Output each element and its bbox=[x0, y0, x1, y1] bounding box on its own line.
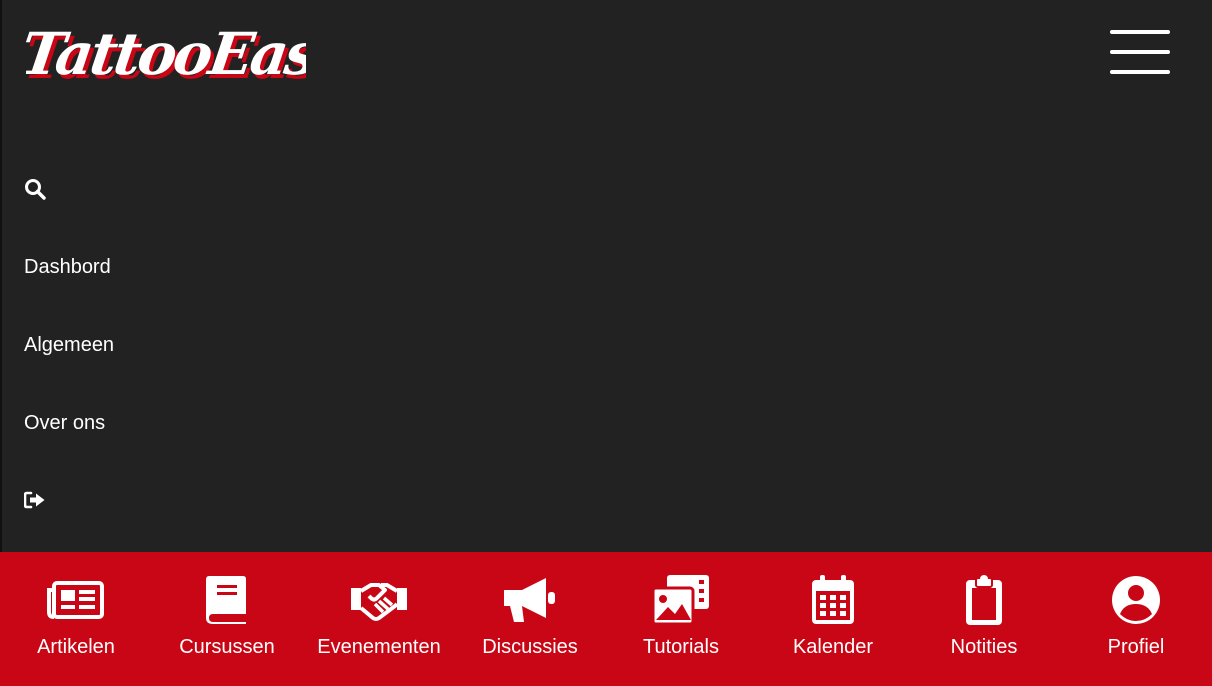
tab-tutorials[interactable]: Tutorials bbox=[605, 552, 757, 686]
tab-profiel[interactable]: Profiel bbox=[1060, 552, 1212, 686]
tab-discussies[interactable]: Discussies bbox=[454, 552, 606, 686]
tab-label: Kalender bbox=[792, 636, 874, 658]
user-circle-icon bbox=[1112, 576, 1160, 624]
photo-video-icon bbox=[651, 575, 709, 626]
tab-label: Notities bbox=[950, 636, 1018, 658]
search-icon[interactable] bbox=[24, 178, 46, 200]
tab-evenementen[interactable]: Evenementen bbox=[303, 552, 455, 686]
tattooease-logo[interactable]: TattooEase TattooEase bbox=[26, 8, 306, 92]
svg-text:TattooEase: TattooEase bbox=[26, 19, 306, 88]
nav-item-dashbord[interactable]: Dashbord bbox=[24, 256, 111, 279]
nav-item-algemeen[interactable]: Algemeen bbox=[24, 334, 114, 357]
clipboard-icon bbox=[966, 575, 1002, 625]
tab-kalender[interactable]: Kalender bbox=[757, 552, 909, 686]
hamburger-menu-icon bbox=[1110, 30, 1170, 34]
megaphone-icon bbox=[504, 578, 555, 622]
calendar-icon bbox=[812, 575, 854, 624]
tab-label: Cursussen bbox=[179, 636, 275, 658]
book-icon bbox=[206, 576, 246, 624]
tab-label: Profiel bbox=[1107, 636, 1165, 658]
hamburger-line bbox=[1110, 50, 1170, 54]
logout-icon[interactable] bbox=[24, 491, 46, 509]
hamburger-menu-button[interactable] bbox=[1108, 30, 1172, 78]
hamburger-line bbox=[1110, 70, 1170, 74]
tab-cursussen[interactable]: Cursussen bbox=[151, 552, 303, 686]
handshake-icon bbox=[351, 583, 407, 621]
tab-label: Discussies bbox=[482, 636, 578, 658]
newspaper-icon bbox=[47, 581, 104, 619]
tab-notities[interactable]: Notities bbox=[908, 552, 1060, 686]
nav-item-over-ons[interactable]: Over ons bbox=[24, 412, 105, 435]
tab-label: Artikelen bbox=[37, 636, 115, 658]
tab-artikelen[interactable]: Artikelen bbox=[0, 552, 152, 686]
tab-label: Tutorials bbox=[643, 636, 719, 658]
tab-label: Evenementen bbox=[317, 636, 441, 658]
bottom-nav: Artikelen Cursussen Evenementen Discussi… bbox=[0, 552, 1212, 686]
